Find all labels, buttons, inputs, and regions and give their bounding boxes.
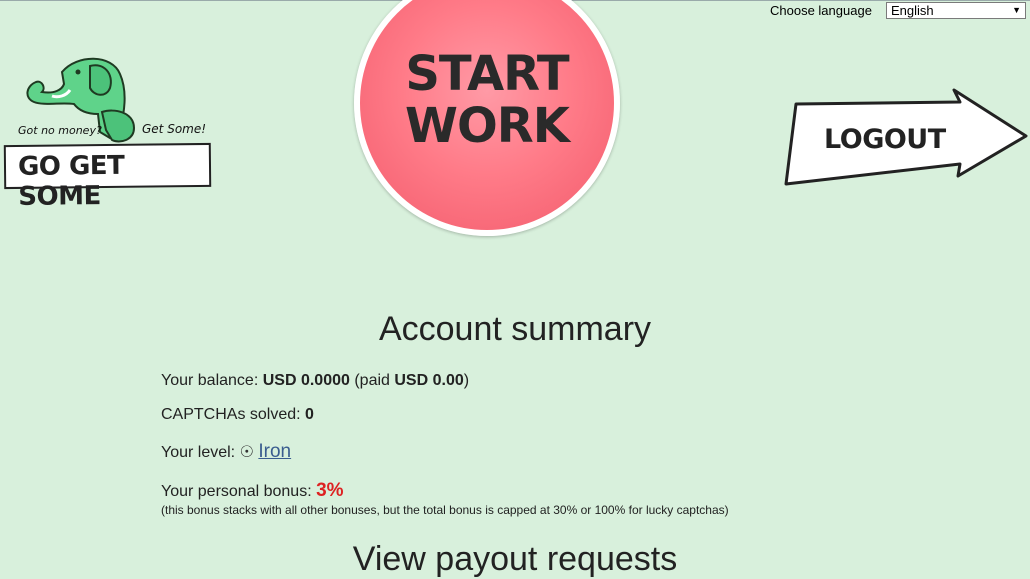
- iron-level-icon: ☉: [239, 444, 254, 461]
- level-row: Your level: ☉ Iron: [161, 441, 291, 463]
- start-work-button[interactable]: START WORK: [354, 0, 620, 236]
- logo-tagline-right: Get Some!: [142, 122, 207, 136]
- balance-row: Your balance: USD 0.0000 (paid USD 0.00): [161, 372, 469, 390]
- logout-button[interactable]: LOGOUT: [782, 88, 1030, 188]
- level-label: Your level:: [161, 444, 236, 461]
- bonus-row: Your personal bonus: 3%: [161, 480, 344, 502]
- balance-value: USD 0.0000: [262, 372, 350, 389]
- paid-value: USD 0.00: [394, 372, 464, 389]
- site-logo[interactable]: Got no money? Get Some! GO GET SOME: [2, 52, 217, 212]
- captchas-label: CAPTCHAs solved:: [161, 406, 301, 423]
- paid-close: ): [463, 372, 470, 389]
- bonus-label: Your personal bonus:: [161, 483, 312, 500]
- level-link[interactable]: Iron: [258, 441, 291, 462]
- logout-label: LOGOUT: [824, 124, 946, 155]
- language-select[interactable]: English ▼: [886, 2, 1026, 19]
- captchas-row: CAPTCHAs solved: 0: [161, 406, 314, 424]
- elephant-icon: [26, 57, 136, 143]
- start-work-label: START WORK: [360, 48, 614, 152]
- language-label: Choose language: [770, 3, 872, 18]
- bonus-value: 3%: [316, 480, 344, 501]
- dropdown-arrow-icon: ▼: [1012, 5, 1021, 15]
- logo-banner: GO GET SOME: [3, 142, 212, 212]
- bonus-note: (this bonus stacks with all other bonuse…: [161, 503, 729, 517]
- start-work-line1: START: [405, 46, 569, 102]
- start-work-line2: WORK: [405, 98, 570, 154]
- logo-tagline-left: Got no money?: [18, 124, 102, 137]
- captchas-value: 0: [305, 406, 314, 423]
- paid-open: (paid: [354, 372, 390, 389]
- balance-label: Your balance:: [161, 372, 259, 389]
- payout-requests-heading[interactable]: View payout requests: [0, 540, 1030, 579]
- logo-title: GO GET SOME: [17, 150, 125, 212]
- account-summary-heading: Account summary: [378, 310, 652, 348]
- language-selected-value: English: [891, 3, 934, 18]
